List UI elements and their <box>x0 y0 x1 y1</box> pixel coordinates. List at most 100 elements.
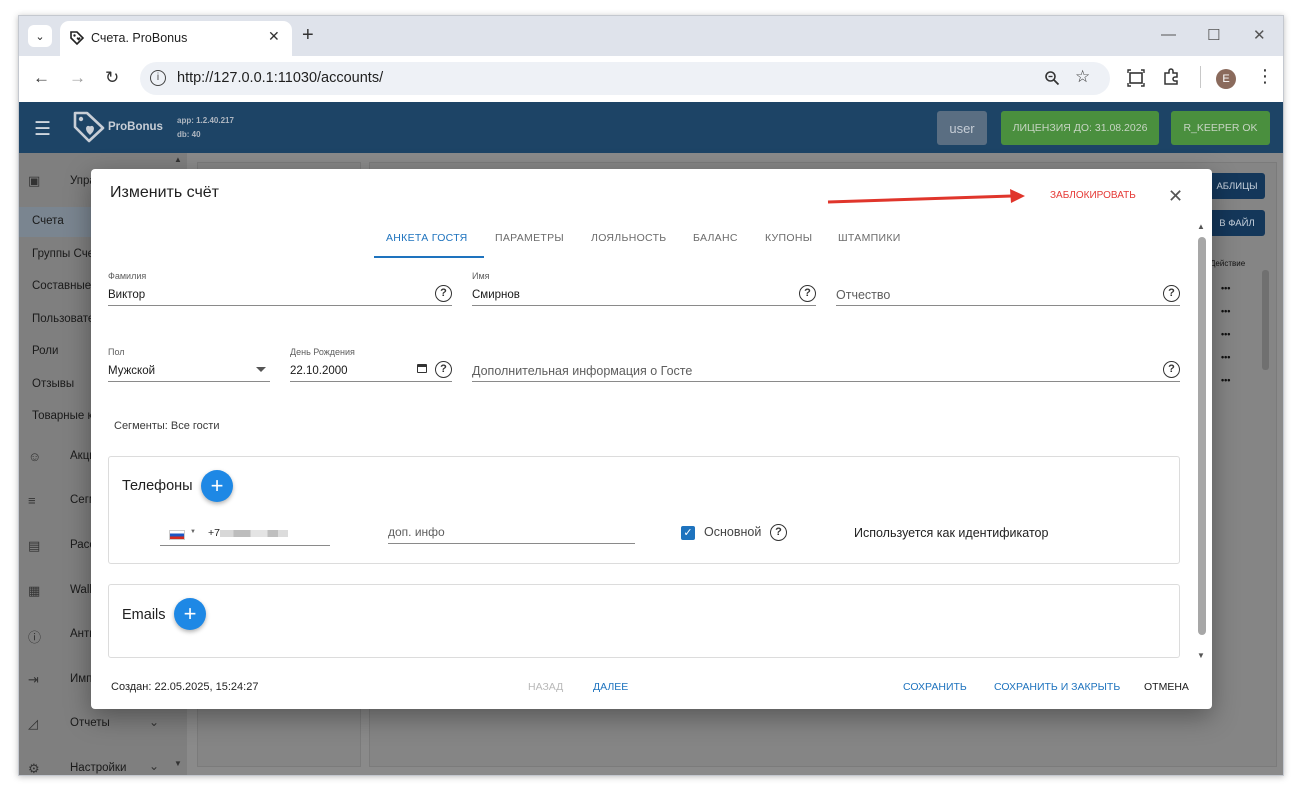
license-button[interactable]: ЛИЦЕНЗИЯ ДО: 31.08.2026 <box>1001 111 1159 145</box>
scroll-up-icon[interactable]: ▲ <box>1197 222 1205 231</box>
tab-search-button[interactable]: ⌄ <box>28 25 52 47</box>
tab-coupons[interactable]: КУПОНЫ <box>765 232 812 244</box>
save-button[interactable]: СОХРАНИТЬ <box>903 681 967 693</box>
sidebar-group-settings[interactable]: Настройки <box>70 762 126 774</box>
extensions-icon[interactable] <box>1162 68 1180 86</box>
back-icon[interactable]: ← <box>33 68 50 88</box>
sidebar-item-reviews[interactable]: Отзывы <box>32 378 74 390</box>
close-window-icon[interactable]: ✕ <box>1253 26 1266 44</box>
hamburger-menu-icon[interactable]: ☰ <box>34 118 51 141</box>
row-actions-icon[interactable]: ••• <box>1221 352 1230 362</box>
url-text[interactable]: http://127.0.0.1:11030/accounts/ <box>177 70 383 86</box>
middle-name-field[interactable]: Отчество ? <box>836 283 1180 306</box>
background-export-button[interactable]: В ФАЙЛ <box>1209 210 1265 236</box>
user-button[interactable]: user <box>937 111 987 145</box>
last-name-field[interactable]: Фамилия Виктор ? <box>108 271 452 306</box>
chevron-down-icon[interactable]: ⌄ <box>149 759 159 773</box>
import-icon: ⇥ <box>28 672 39 687</box>
block-account-button[interactable]: ЗАБЛОКИРОВАТЬ <box>1050 190 1136 201</box>
first-name-field[interactable]: Имя Смирнов ? <box>472 271 816 306</box>
tab-title: Счета. ProBonus <box>91 31 188 45</box>
next-button[interactable]: ДАЛЕЕ <box>593 681 628 693</box>
gender-select[interactable]: Пол Мужской <box>108 347 270 382</box>
sidebar-item-accounts[interactable]: Счета <box>32 215 64 227</box>
main-phone-checkbox[interactable]: ✓ <box>681 526 695 540</box>
sidebar-group-import[interactable]: Имп <box>70 673 92 685</box>
chevron-down-icon: ⌄ <box>35 30 45 43</box>
help-icon[interactable]: ? <box>799 285 816 302</box>
browser-tab[interactable]: Счета. ProBonus ✕ <box>60 21 292 56</box>
row-actions-icon[interactable]: ••• <box>1221 306 1230 316</box>
background-tables-button[interactable]: АБЛИЦЫ <box>1209 173 1265 199</box>
tab-stamps[interactable]: ШТАМПИКИ <box>838 232 901 244</box>
sidebar-item-products[interactable]: Товарные к <box>32 410 93 422</box>
calendar-icon[interactable] <box>417 364 427 373</box>
cancel-button[interactable]: ОТМЕНА <box>1144 681 1189 693</box>
phone-prefix[interactable]: +7 <box>208 527 220 539</box>
help-icon[interactable]: ? <box>770 524 787 541</box>
row-actions-icon[interactable]: ••• <box>1221 329 1230 339</box>
tab-parameters[interactable]: ПАРАМЕТРЫ <box>495 232 564 244</box>
sidebar-group-wallet[interactable]: Wall <box>70 584 92 596</box>
help-icon[interactable]: ? <box>1163 285 1180 302</box>
screenshot-icon[interactable] <box>1127 69 1145 87</box>
tab-balance[interactable]: БАЛАНС <box>693 232 738 244</box>
dialog-scrollbar[interactable] <box>1198 237 1206 635</box>
extra-info-placeholder[interactable]: Дополнительная информация о Госте <box>472 364 692 378</box>
extra-info-field[interactable]: Дополнительная информация о Госте ? <box>472 359 1180 382</box>
row-actions-icon[interactable]: ••• <box>1221 283 1230 293</box>
dropdown-caret-icon[interactable] <box>256 367 266 372</box>
phone-extra-info-field[interactable]: доп. инфо <box>388 520 635 544</box>
rkeeper-status-button[interactable]: R_KEEPER OK <box>1171 111 1270 145</box>
tab-guest-profile[interactable]: АНКЕТА ГОСТЯ <box>386 232 468 244</box>
zoom-icon[interactable] <box>1044 70 1060 86</box>
edit-account-dialog: Изменить счёт ЗАБЛОКИРОВАТЬ ✕ АНКЕТА ГОС… <box>91 169 1212 709</box>
phone-extra-info-placeholder[interactable]: доп. инфо <box>388 525 445 539</box>
scroll-down-icon[interactable]: ▼ <box>1197 651 1205 660</box>
middle-name-placeholder[interactable]: Отчество <box>836 288 890 302</box>
maximize-icon[interactable]: ☐ <box>1207 26 1220 44</box>
created-timestamp: Создан: 22.05.2025, 15:24:27 <box>111 681 259 693</box>
add-email-button[interactable]: + <box>174 598 206 630</box>
russia-flag-icon[interactable] <box>169 530 185 540</box>
close-tab-icon[interactable]: ✕ <box>268 28 280 45</box>
gender-value[interactable]: Мужской <box>108 365 155 377</box>
background-scrollbar[interactable] <box>1262 270 1269 370</box>
browser-menu-icon[interactable]: ⋮ <box>1256 66 1274 87</box>
sidebar-item-account-groups[interactable]: Группы Счет <box>32 248 99 260</box>
profile-avatar[interactable]: E <box>1216 69 1236 89</box>
sidebar-item-composite[interactable]: Составные <box>32 280 91 292</box>
db-version: db: 40 <box>177 130 201 139</box>
row-actions-icon[interactable]: ••• <box>1221 375 1230 385</box>
back-button[interactable]: НАЗАД <box>528 681 563 693</box>
add-phone-button[interactable]: + <box>201 470 233 502</box>
first-name-value[interactable]: Смирнов <box>472 289 520 301</box>
last-name-value[interactable]: Виктор <box>108 289 145 301</box>
help-icon[interactable]: ? <box>1163 361 1180 378</box>
birthday-field[interactable]: День Рождения 22.10.2000 ? <box>290 347 452 382</box>
scroll-down-icon[interactable]: ▼ <box>174 759 182 768</box>
save-and-close-button[interactable]: СОХРАНИТЬ И ЗАКРЫТЬ <box>994 681 1120 693</box>
app-version: app: 1.2.40.217 <box>177 116 234 125</box>
close-icon[interactable]: ✕ <box>1168 186 1183 207</box>
sidebar-item-roles[interactable]: Роли <box>32 345 58 357</box>
minimize-icon[interactable]: — <box>1161 26 1176 43</box>
chevron-down-icon[interactable]: ⌄ <box>149 715 159 729</box>
address-bar[interactable]: i http://127.0.0.1:11030/accounts/ ☆ <box>140 62 1110 95</box>
sidebar-item-users[interactable]: Пользовате <box>32 313 94 325</box>
birthday-value[interactable]: 22.10.2000 <box>290 365 348 377</box>
background-action-header: Действие <box>1210 259 1246 268</box>
help-icon[interactable]: ? <box>435 361 452 378</box>
phones-title: Телефоны <box>122 478 193 494</box>
help-icon[interactable]: ? <box>435 285 452 302</box>
caret-down-icon[interactable]: ▼ <box>190 529 196 535</box>
tab-loyalty[interactable]: ЛОЯЛЬНОСТЬ <box>591 232 666 244</box>
forward-icon[interactable]: → <box>69 68 86 88</box>
sidebar-group-reports[interactable]: Отчеты <box>70 717 110 729</box>
reload-icon[interactable]: ↻ <box>105 68 119 88</box>
bookmark-star-icon[interactable]: ☆ <box>1075 67 1090 87</box>
scroll-up-icon[interactable]: ▲ <box>174 155 182 164</box>
phone-field[interactable]: ▼ +7 <box>160 522 330 546</box>
site-info-icon[interactable]: i <box>150 70 166 86</box>
new-tab-button[interactable]: + <box>302 24 314 47</box>
